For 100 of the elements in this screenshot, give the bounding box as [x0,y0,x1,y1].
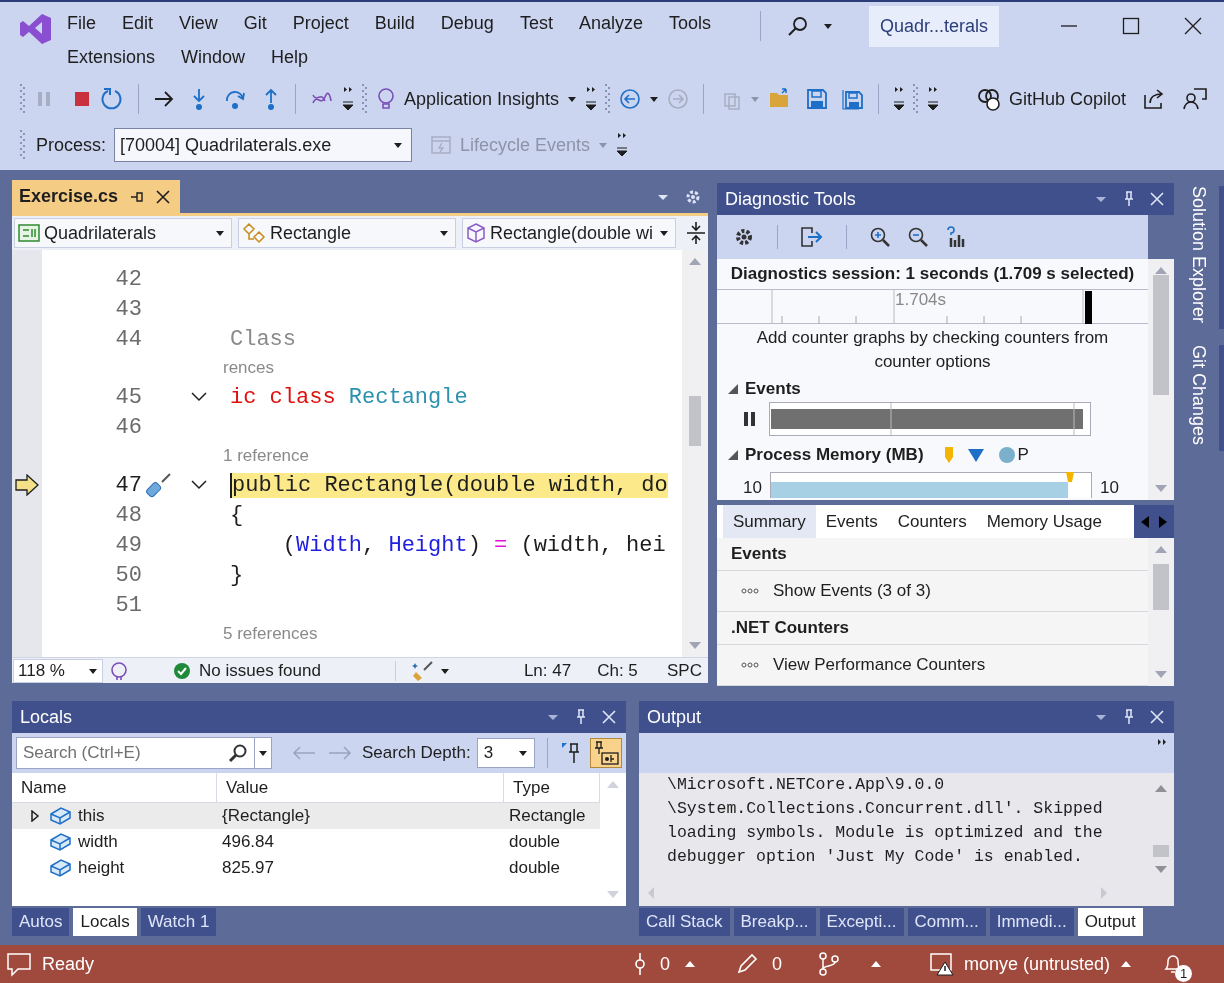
up-caret-icon[interactable] [683,960,696,968]
changes-count[interactable]: 0 [771,953,782,975]
search-icon[interactable] [228,743,248,763]
panel-tab[interactable]: Breakp... [733,908,816,936]
menu-item[interactable]: Build [361,6,428,40]
search-depth-combo[interactable]: 3 [476,738,535,768]
repository-warning-icon[interactable] [929,952,954,976]
zoom-out-icon[interactable] [907,226,929,248]
stop-icon[interactable] [72,89,92,109]
code-lens[interactable]: rences [223,358,275,378]
caret-icon[interactable] [659,228,669,238]
pin-icon[interactable] [1122,709,1136,725]
caret-icon[interactable] [439,228,449,238]
panel-tab[interactable]: Call Stack [639,908,730,936]
diagnostic-tab[interactable]: Events [815,505,888,538]
pin-icon[interactable] [130,189,145,204]
expander-triangle-icon[interactable] [727,449,739,461]
menu-item[interactable]: Git [230,6,280,40]
grip-handle[interactable] [20,84,26,114]
back-icon[interactable] [619,88,642,110]
zoom-combo[interactable]: 118 % [13,658,103,683]
caret-icon[interactable] [567,94,578,104]
repository-status[interactable]: monye (untrusted) [963,953,1110,975]
caret-icon[interactable] [823,21,833,31]
incoming-count[interactable]: 0 [659,953,670,975]
issues-status[interactable]: No issues found [199,660,321,681]
menu-item[interactable]: Tools [655,6,724,40]
commit-icon[interactable] [633,952,646,976]
panel-tab[interactable]: Immedi... [989,908,1074,936]
panel-tab[interactable]: Output [1077,908,1143,936]
cleanup-brush-icon[interactable] [411,659,434,682]
application-insights-button[interactable]: Application Insights [376,87,578,111]
table-row[interactable]: width 496.84 double [12,829,600,855]
message-icon[interactable] [6,951,32,977]
scroll-up-icon[interactable] [1154,783,1168,793]
menu-item[interactable]: Help [258,40,322,74]
up-caret-icon[interactable] [869,960,882,968]
caret-icon[interactable] [258,748,268,758]
process-combo[interactable]: [70004] Quadrilaterals.exe [114,128,413,162]
close-icon[interactable] [1184,17,1202,35]
diagnostic-tab[interactable]: Counters [887,505,977,538]
menu-item[interactable]: Extensions [54,40,169,74]
side-tab[interactable]: Git Changes [1184,345,1224,452]
zoom-in-icon[interactable] [869,226,891,248]
scroll-left-icon[interactable] [1140,514,1150,529]
panel-tab[interactable]: Watch 1 [140,908,217,936]
collapse-chevron-icon[interactable] [191,392,207,402]
pin-icon[interactable] [574,709,588,725]
maximize-icon[interactable] [1122,17,1140,35]
caret-icon[interactable] [517,748,528,758]
diagnostic-tab[interactable]: Summary [723,505,816,538]
screwdriver-icon[interactable] [145,472,172,498]
save-all-icon[interactable] [842,88,865,110]
search-field[interactable]: Search (Ctrl+E) [17,743,228,763]
side-tab[interactable]: Solution Explorer [1184,186,1224,330]
grip-handle[interactable] [20,130,26,160]
panel-tab[interactable]: Comm... [907,908,986,936]
pencil-icon[interactable] [735,953,758,975]
restart-icon[interactable] [100,87,124,111]
navigation-combo[interactable]: Quadrilaterals [14,218,232,248]
split-icon[interactable] [686,221,706,245]
overflow-icon[interactable] [1156,737,1168,747]
menu-item[interactable]: Edit [109,6,167,40]
settings-icon[interactable] [733,226,755,248]
menu-item[interactable]: Analyze [565,6,656,40]
close-icon[interactable] [156,189,171,204]
up-caret-icon[interactable] [1120,960,1132,968]
summary-link[interactable]: Show Events (3 of 3) [773,581,931,602]
summary-link[interactable]: View Performance Counters [773,655,986,676]
table-row[interactable]: this {Rectangle} Rectangle [12,803,600,829]
expander-triangle-icon[interactable] [727,383,739,395]
menu-item[interactable]: Project [279,6,362,40]
chart-help-icon[interactable] [945,226,967,248]
document-tab[interactable]: Exercise.cs [12,180,181,213]
search-icon[interactable] [787,15,809,37]
menu-item[interactable]: Debug [427,6,507,40]
copilot-button[interactable]: GitHub Copilot [976,87,1126,111]
scroll-right-icon[interactable] [1158,514,1168,529]
navigation-combo[interactable]: Rectangle [238,218,456,248]
menu-item[interactable]: View [166,6,231,40]
navigation-combo[interactable]: Rectangle(double wi [462,218,676,248]
pinned-values-toggle-icon[interactable] [589,738,622,768]
search-box[interactable]: Search (Ctrl+E) [16,737,272,769]
pin-icon[interactable] [1122,191,1136,207]
collapse-chevron-icon[interactable] [191,480,207,490]
grip-handle[interactable] [605,84,612,114]
table-row[interactable]: height 825.97 double [12,855,600,881]
caret-icon[interactable] [649,94,660,104]
save-icon[interactable] [806,88,829,110]
feedback-icon[interactable] [1182,87,1208,111]
expand-triangle-icon[interactable] [30,810,40,822]
menu-item[interactable]: Window [168,40,259,74]
caret-icon[interactable] [393,140,404,150]
scroll-down-icon[interactable] [1154,865,1168,875]
grip-handle[interactable] [913,84,920,114]
code-lens[interactable]: 5 references [223,624,318,644]
pause-icon[interactable] [743,411,757,427]
share-icon[interactable] [1142,87,1166,111]
menu-item[interactable]: Test [506,6,566,40]
branch-icon[interactable] [817,952,840,976]
